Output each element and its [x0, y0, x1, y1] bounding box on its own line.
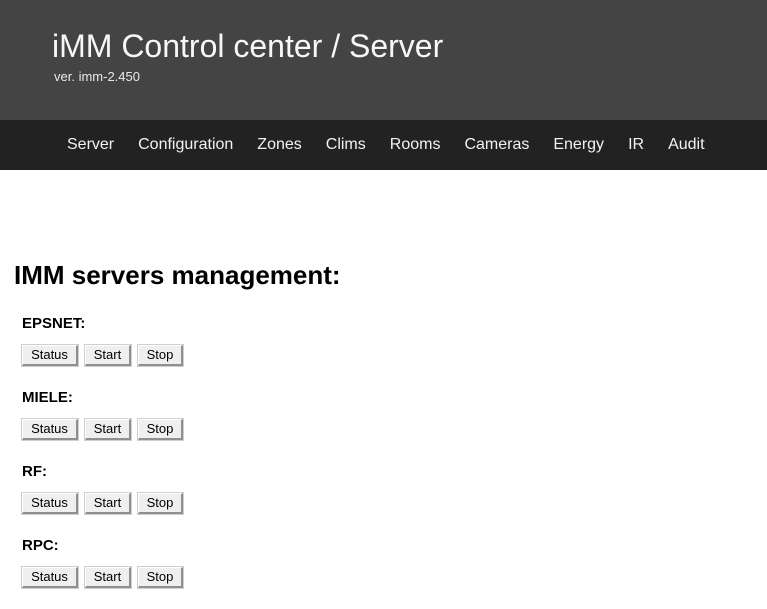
- server-controls-rf: Status Start Stop: [0, 492, 767, 515]
- masthead: iMM Control center / Server ver. imm-2.4…: [0, 0, 767, 120]
- server-name-miele: MIELE:: [22, 389, 73, 406]
- server-controls-epsnet: Status Start Stop: [0, 344, 767, 367]
- stop-button-miele[interactable]: Stop: [137, 418, 184, 441]
- start-button-rpc[interactable]: Start: [84, 566, 132, 589]
- server-controls-rpc: Status Start Stop: [0, 566, 767, 589]
- stop-button-rf[interactable]: Stop: [137, 492, 184, 515]
- nav-item-rooms[interactable]: Rooms: [378, 135, 453, 155]
- nav-item-configuration[interactable]: Configuration: [126, 135, 245, 155]
- server-name-rf: RF:: [22, 463, 47, 480]
- nav-link-configuration[interactable]: Configuration: [126, 135, 245, 155]
- status-button-rf[interactable]: Status: [21, 492, 79, 515]
- nav-link-ir[interactable]: IR: [616, 135, 656, 155]
- status-button-rpc[interactable]: Status: [21, 566, 79, 589]
- stop-button-rpc[interactable]: Stop: [137, 566, 184, 589]
- server-section-rf: RF: Status Start Stop: [0, 463, 767, 515]
- stop-button-epsnet[interactable]: Stop: [137, 344, 184, 367]
- start-button-miele[interactable]: Start: [84, 418, 132, 441]
- nav-item-server[interactable]: Server: [55, 135, 126, 155]
- server-name-epsnet: EPSNET:: [22, 315, 86, 332]
- nav-item-audit[interactable]: Audit: [656, 135, 716, 155]
- nav-link-energy[interactable]: Energy: [541, 135, 616, 155]
- start-button-rf[interactable]: Start: [84, 492, 132, 515]
- nav-item-cameras[interactable]: Cameras: [452, 135, 541, 155]
- server-section-miele: MIELE: Status Start Stop: [0, 389, 767, 441]
- nav-link-server[interactable]: Server: [55, 135, 126, 155]
- nav-link-rooms[interactable]: Rooms: [378, 135, 453, 155]
- site-title: iMM Control center / Server: [52, 28, 444, 64]
- nav-link-cameras[interactable]: Cameras: [452, 135, 541, 155]
- nav-link-clims[interactable]: Clims: [314, 135, 378, 155]
- start-button-epsnet[interactable]: Start: [84, 344, 132, 367]
- site-version: ver. imm-2.450: [54, 69, 140, 84]
- nav-item-clims[interactable]: Clims: [314, 135, 378, 155]
- nav-item-energy[interactable]: Energy: [541, 135, 616, 155]
- server-controls-miele: Status Start Stop: [0, 418, 767, 441]
- status-button-miele[interactable]: Status: [21, 418, 79, 441]
- masthead-inner: iMM Control center / Server ver. imm-2.4…: [0, 0, 767, 86]
- page-title: IMM servers management:: [14, 260, 341, 290]
- server-section-rpc: RPC: Status Start Stop: [0, 537, 767, 589]
- main-navigation: Server Configuration Zones Clims Rooms C…: [0, 120, 767, 170]
- nav-link-audit[interactable]: Audit: [656, 135, 716, 155]
- nav-link-zones[interactable]: Zones: [245, 135, 313, 155]
- nav-list: Server Configuration Zones Clims Rooms C…: [55, 135, 717, 155]
- nav-item-ir[interactable]: IR: [616, 135, 656, 155]
- server-section-epsnet: EPSNET: Status Start Stop: [0, 315, 767, 367]
- status-button-epsnet[interactable]: Status: [21, 344, 79, 367]
- server-name-rpc: RPC:: [22, 537, 59, 554]
- nav-item-zones[interactable]: Zones: [245, 135, 313, 155]
